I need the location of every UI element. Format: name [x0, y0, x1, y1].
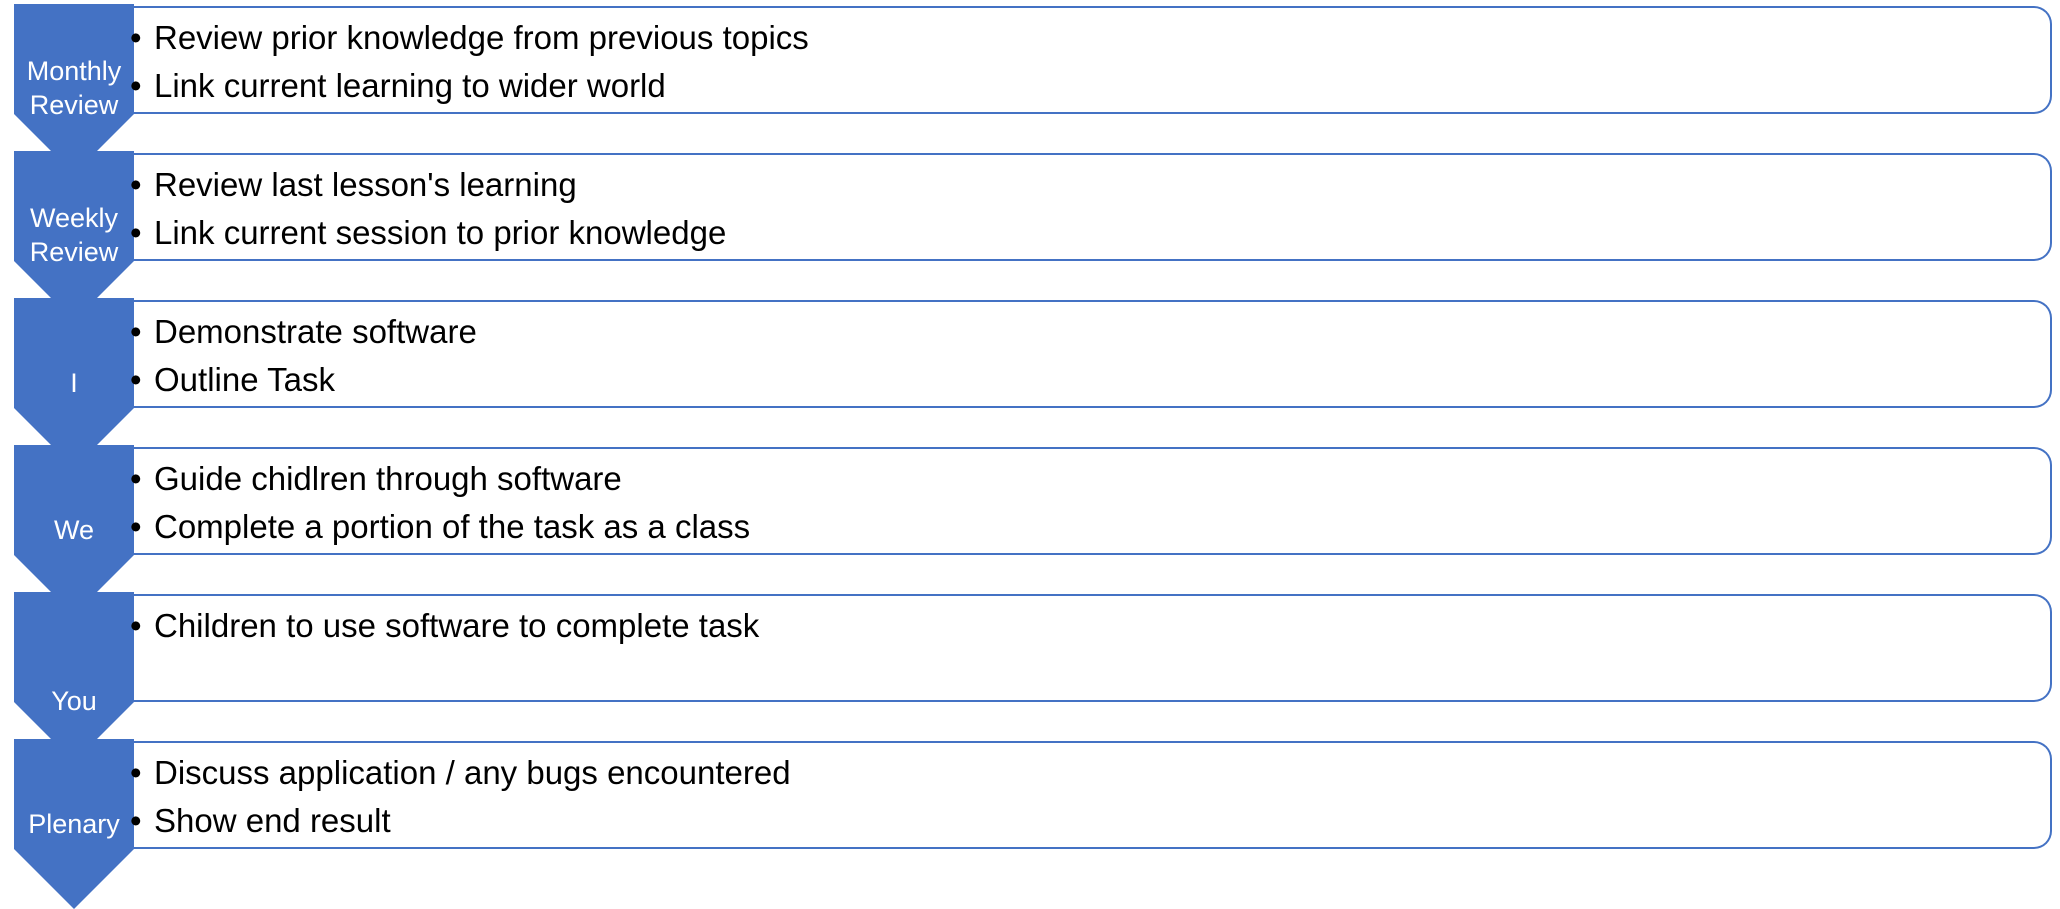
bullet-item: Link current session to prior knowledge: [154, 209, 726, 257]
bullet-item: Review last lesson's learning: [154, 161, 726, 209]
bullet-list: Review last lesson's learning Link curre…: [154, 161, 726, 257]
bullet-item: Outline Task: [154, 356, 477, 404]
bullet-list: Discuss application / any bugs encounter…: [154, 749, 791, 845]
step-label: You: [51, 686, 97, 716]
bullet-list: Children to use software to complete tas…: [154, 602, 759, 650]
step-label: Plenary: [28, 809, 120, 839]
bullet-list: Guide chidlren through software Complete…: [154, 455, 750, 551]
bullet-item: Guide chidlren through software: [154, 455, 750, 503]
bullet-item: Review prior knowledge from previous top…: [154, 14, 809, 62]
bullet-item: Children to use software to complete tas…: [154, 602, 759, 650]
step-label: We: [53, 515, 94, 545]
bullet-item: Complete a portion of the task as a clas…: [154, 503, 750, 551]
step-label: Monthly Review: [26, 56, 122, 120]
bullet-item: Show end result: [154, 797, 791, 845]
step-label: Weekly Review: [29, 203, 119, 267]
chevron-arrow: [14, 592, 134, 762]
bullet-item: Discuss application / any bugs encounter…: [154, 749, 791, 797]
bullet-item: Demonstrate software: [154, 308, 477, 356]
bullet-list: Demonstrate software Outline Task: [154, 308, 477, 404]
step-label: I: [70, 368, 78, 398]
bullet-item: Link current learning to wider world: [154, 62, 809, 110]
bullet-list: Review prior knowledge from previous top…: [154, 14, 809, 110]
